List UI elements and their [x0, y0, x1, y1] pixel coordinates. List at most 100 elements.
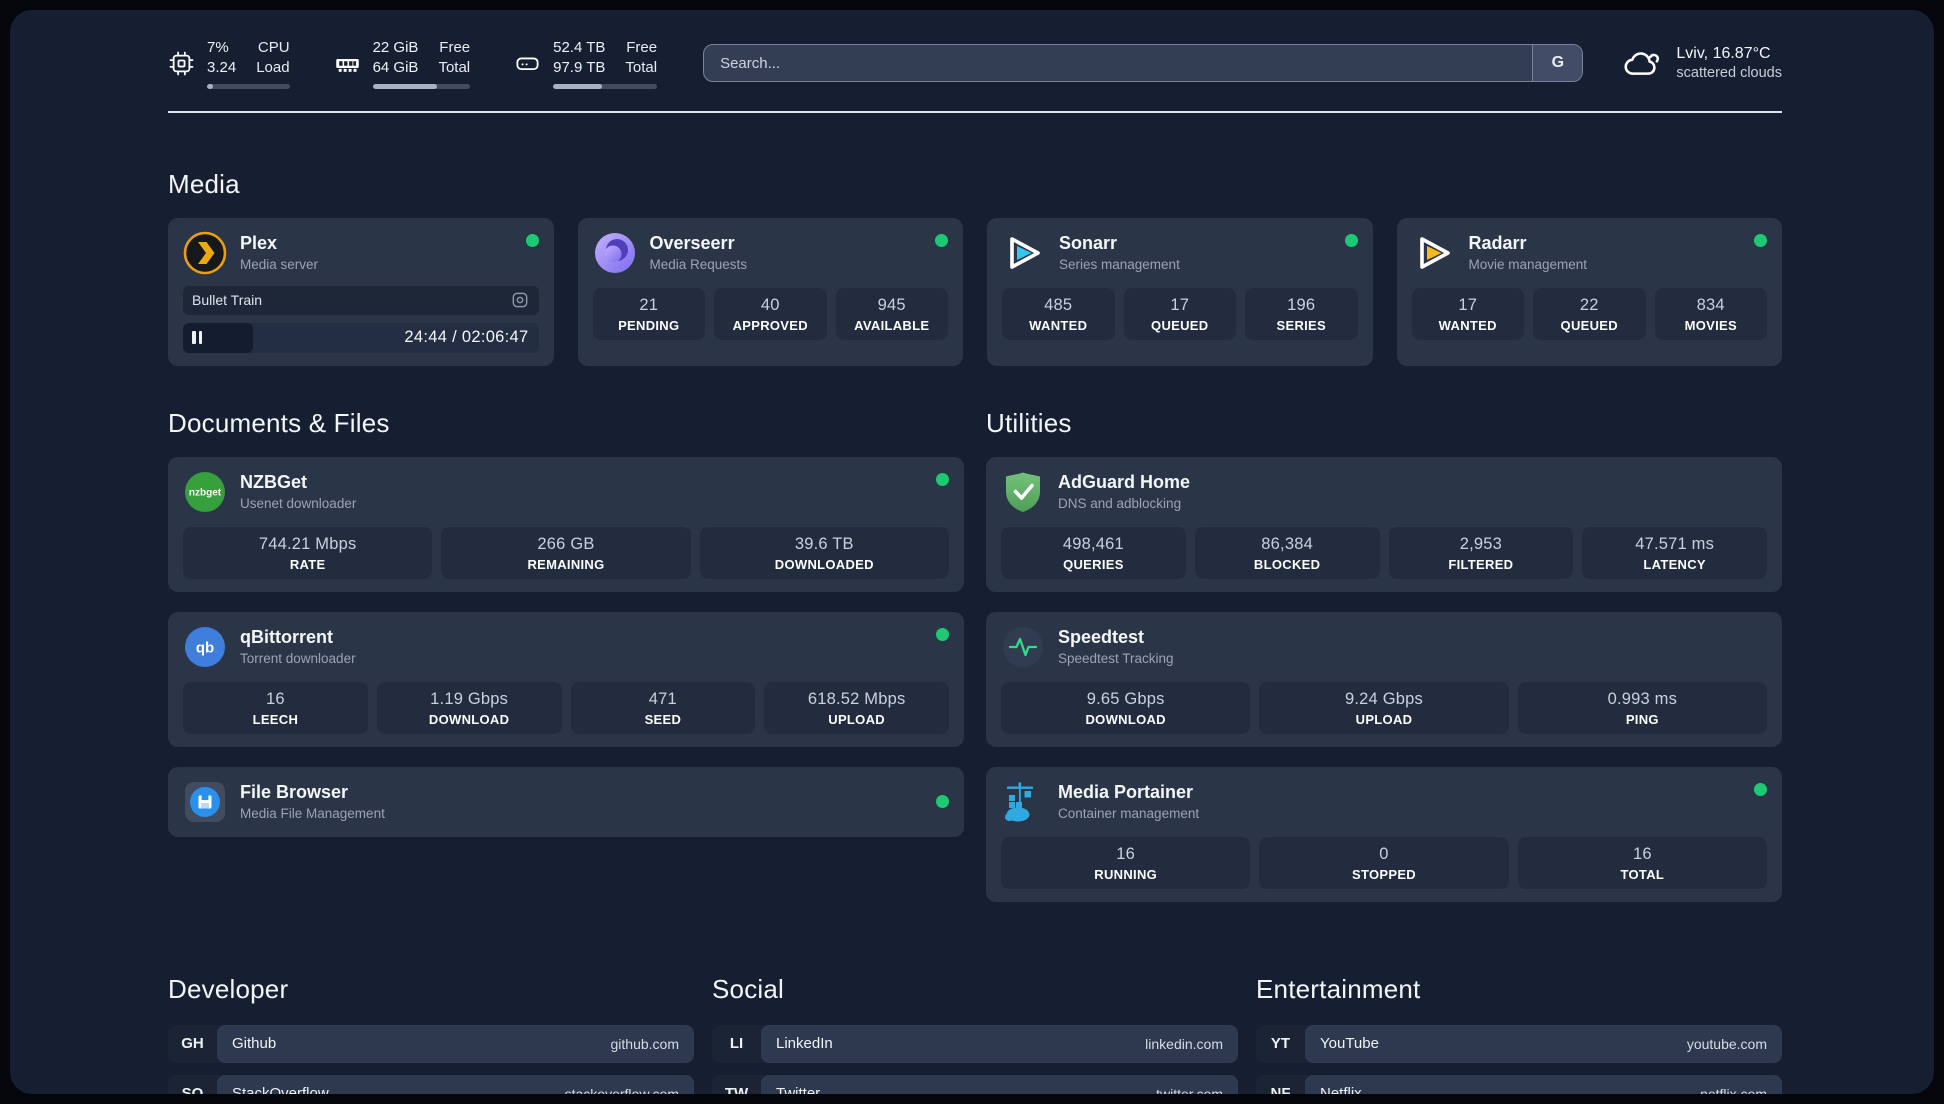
radarr-link[interactable]: Radarr Movie management — [1412, 231, 1588, 275]
radarr-icon — [1419, 236, 1450, 269]
card-adguard: AdGuard Home DNS and adblocking 498,461 … — [986, 456, 1782, 592]
card-portainer: Media Portainer Container management 16 … — [986, 766, 1782, 902]
session-icon[interactable] — [510, 290, 530, 310]
stat-total: 16 TOTAL — [1517, 836, 1767, 889]
weather-condition: scattered clouds — [1676, 65, 1782, 82]
overseerr-icon — [594, 232, 635, 273]
link-abbr: SO — [168, 1074, 217, 1094]
service-subtitle: Speedtest Tracking — [1058, 651, 1174, 667]
service-subtitle: Series management — [1059, 257, 1180, 273]
weather-location-temp: Lviv, 16.87°C — [1676, 45, 1771, 63]
pause-icon[interactable] — [192, 331, 202, 344]
stat-pending: 21 PENDING — [592, 287, 705, 340]
link-linkedin[interactable]: LI LinkedIn linkedin.com — [712, 1024, 1238, 1063]
speedtest-link[interactable]: Speedtest Speedtest Tracking — [1001, 625, 1174, 669]
card-overseerr: Overseerr Media Requests 21 PENDING 40 A… — [577, 217, 963, 366]
link-name: Netflix — [1320, 1085, 1362, 1094]
adguard-link[interactable]: AdGuard Home DNS and adblocking — [1001, 470, 1190, 514]
sonarr-icon — [1010, 236, 1040, 269]
link-github[interactable]: GH Github github.com — [168, 1024, 694, 1063]
stat-ping: 0.993 ms PING — [1517, 681, 1767, 734]
link-abbr: GH — [168, 1024, 217, 1063]
service-subtitle: Container management — [1058, 806, 1200, 822]
disk-progress-bar — [553, 83, 658, 89]
plex-link[interactable]: Plex Media server — [183, 231, 318, 275]
ram-progress-bar — [372, 83, 471, 89]
qbittorrent-link[interactable]: qb qBittorrent Torrent downloader — [183, 625, 356, 669]
service-subtitle: Movie management — [1468, 257, 1588, 273]
sonarr-link[interactable]: Sonarr Series management — [1002, 231, 1180, 275]
cpu-icon — [169, 51, 194, 76]
link-name: Twitter — [776, 1085, 821, 1094]
stat-blocked: 86,384 BLOCKED — [1194, 526, 1380, 579]
section-title-developer: Developer — [168, 973, 289, 1004]
disk-value-2: 97.9 TB — [553, 59, 606, 77]
cpu-value-2: 3.24 — [207, 59, 237, 77]
link-url: stackoverflow.com — [564, 1085, 679, 1095]
service-subtitle: Torrent downloader — [240, 651, 356, 667]
disk-value-1: 52.4 TB — [553, 39, 606, 56]
status-dot — [936, 472, 949, 486]
cpu-progress-bar — [207, 83, 290, 89]
cpu-label-2: Load — [256, 59, 290, 77]
section-title-utilities: Utilities — [986, 407, 1072, 438]
stat-downloaded: 39.6 TB DOWNLOADED — [699, 526, 949, 579]
section-title-media: Media — [168, 168, 240, 199]
link-twitter[interactable]: TW Twitter twitter.com — [712, 1074, 1238, 1094]
card-filebrowser: File Browser Media File Management — [168, 766, 964, 837]
playback-progress-bar: 24:44 / 02:06:47 — [183, 322, 539, 353]
ram-stat: 22 GiB 64 GiB Free Total — [334, 38, 471, 89]
service-name: Media Portainer — [1058, 781, 1194, 802]
stat-queued: 22 QUEUED — [1533, 287, 1646, 340]
card-sonarr: Sonarr Series management 485 WANTED 17 Q… — [987, 217, 1373, 366]
status-dot — [1754, 782, 1767, 796]
stat-seed: 471 SEED — [570, 681, 756, 734]
stat-available: 945 AVAILABLE — [835, 287, 948, 340]
link-name: Github — [232, 1035, 277, 1052]
overseerr-link[interactable]: Overseerr Media Requests — [593, 231, 747, 275]
search-bar: G — [703, 44, 1584, 83]
link-url: github.com — [610, 1035, 679, 1052]
portainer-icon — [1005, 782, 1033, 821]
stat-queries: 498,461 QUERIES — [1001, 526, 1186, 579]
filebrowser-link[interactable]: File Browser Media File Management — [183, 780, 385, 824]
stat-approved: 40 APPROVED — [714, 287, 827, 340]
stat-latency: 47.571 ms LATENCY — [1582, 526, 1767, 579]
system-stats: 7% 3.24 CPU Load 22 GiB 64 GiB Free Tota… — [168, 38, 658, 89]
stat-movies: 834 MOVIES — [1654, 287, 1767, 340]
nzbget-icon: nzbget — [185, 471, 225, 512]
nzbget-link[interactable]: nzbget NZBGet Usenet downloader — [183, 470, 356, 514]
adguard-icon — [1006, 472, 1040, 512]
link-name: StackOverflow — [232, 1085, 329, 1094]
utilities-column: Utilities AdGuard Home DNS and adblockin… — [986, 408, 1782, 922]
stat-upload: 9.24 Gbps UPLOAD — [1259, 681, 1509, 734]
stat-queued: 17 QUEUED — [1123, 287, 1236, 340]
dashboard: 7% 3.24 CPU Load 22 GiB 64 GiB Free Tota… — [10, 10, 1934, 1094]
cpu-value-1: 7% — [207, 39, 229, 56]
documents-column: Documents & Files nzbget NZBGet Usenet d… — [168, 408, 964, 922]
status-dot — [525, 233, 539, 247]
status-dot — [936, 627, 949, 641]
ram-value-1: 22 GiB — [372, 39, 419, 56]
search-engine-button[interactable]: G — [1532, 45, 1583, 82]
section-title-entertainment: Entertainment — [1256, 973, 1421, 1004]
service-name: NZBGet — [240, 471, 307, 492]
disk-label-2: Total — [625, 59, 658, 77]
portainer-link[interactable]: Media Portainer Container management — [1001, 780, 1199, 824]
stat-wanted: 485 WANTED — [1002, 287, 1115, 340]
link-url: linkedin.com — [1145, 1035, 1223, 1052]
link-youtube[interactable]: YT YouTube youtube.com — [1256, 1024, 1782, 1063]
link-stackoverflow[interactable]: SO StackOverflow stackoverflow.com — [168, 1074, 694, 1095]
stat-series: 196 SERIES — [1245, 287, 1358, 340]
now-playing-title-row: Bullet Train — [183, 285, 539, 315]
link-abbr: YT — [1256, 1024, 1305, 1063]
filebrowser-icon — [185, 781, 225, 822]
status-dot — [936, 795, 949, 808]
stat-remaining: 266 GB REMAINING — [441, 526, 691, 579]
card-nzbget: nzbget NZBGet Usenet downloader 744.21 M… — [168, 456, 964, 592]
disk-icon — [516, 57, 539, 70]
stat-rate: 744.21 Mbps RATE — [183, 526, 433, 579]
service-name: Overseerr — [649, 232, 735, 253]
link-netflix[interactable]: NF Netflix netflix.com — [1256, 1074, 1782, 1094]
search-input[interactable] — [704, 45, 1533, 82]
